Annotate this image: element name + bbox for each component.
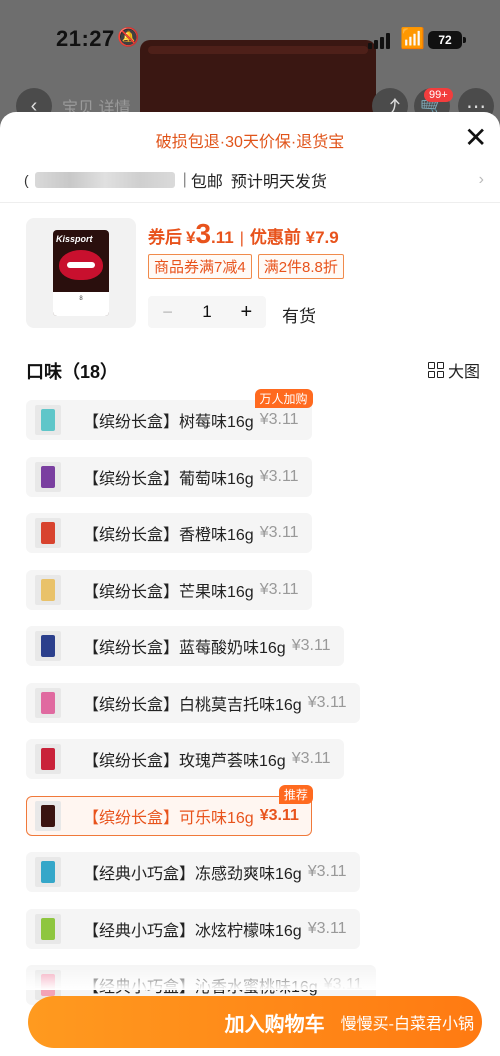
scroll-fade xyxy=(0,966,500,990)
flavor-option[interactable]: 【缤纷长盒】白桃莫吉托味16g ¥3.11 xyxy=(26,682,360,723)
flavor-option[interactable]: 【缤纷长盒】可乐味16g ¥3.11 推荐 xyxy=(26,784,313,836)
flavor-price: ¥3.11 xyxy=(259,467,299,485)
battery-icon: 72 xyxy=(428,31,466,49)
flavor-price: ¥3.11 xyxy=(259,580,299,598)
flavor-price: ¥3.11 xyxy=(291,750,331,767)
flavor-price: ¥3.11 xyxy=(259,806,299,824)
wifi-icon: 📶 xyxy=(400,28,425,50)
flavor-thumbnail xyxy=(35,800,61,831)
flavor-price: ¥3.11 xyxy=(307,863,347,880)
flavor-option[interactable]: 【经典小巧盒】冻感劲爽味16g ¥3.11 xyxy=(26,852,360,892)
quantity-value[interactable]: 1 xyxy=(187,302,227,322)
add-to-cart-sublabel: 慢慢买-白菜君小锅 xyxy=(340,1016,474,1033)
flavor-section-title: 口味（18） xyxy=(26,362,119,382)
flavor-price: ¥3.11 xyxy=(307,919,347,937)
delivery-estimate: 预计明天发货 xyxy=(230,174,327,191)
original-price: 优惠前 ¥7.9 xyxy=(249,228,339,247)
status-time: 21:27 xyxy=(56,26,115,51)
product-brand: Kissport xyxy=(56,234,93,244)
box-label: 8 xyxy=(53,292,109,316)
battery-level: 72 xyxy=(438,33,452,47)
product-box: Kissport 8 xyxy=(53,230,109,316)
product-image[interactable]: Kissport 8 xyxy=(26,218,136,328)
sku-sheet: 破损包退·30天价保·退货宝 ✕ ( | 包邮 预计明天发货 › Kisspor… xyxy=(0,112,500,1056)
flavor-option[interactable]: 【缤纷长盒】葡萄味16g ¥3.11 xyxy=(26,456,312,497)
flavor-name: 【缤纷长盒】玫瑰芦荟味16g xyxy=(83,753,286,770)
price-integer: 3 xyxy=(195,218,212,249)
lips-graphic xyxy=(59,250,103,280)
add-to-cart-label: 加入购物车 xyxy=(224,1013,325,1036)
flavor-thumbnail xyxy=(35,631,61,661)
location-icon: ( xyxy=(24,172,29,188)
flavor-thumbnail xyxy=(35,857,61,887)
price-separator: | xyxy=(239,230,244,247)
signal-icon xyxy=(368,33,394,49)
cart-count-badge: 99+ xyxy=(424,88,453,102)
coupon-badge: 商品券满7减4 xyxy=(148,254,252,279)
price-decimal: .11 xyxy=(211,228,234,247)
flavor-thumbnail xyxy=(35,913,61,944)
shipping-row[interactable]: ( | 包邮 预计明天发货 › xyxy=(24,168,484,192)
flavor-thumbnail xyxy=(35,687,61,718)
flavor-name: 【缤纷长盒】蓝莓酸奶味16g xyxy=(83,640,286,657)
large-view-label: 大图 xyxy=(448,364,481,381)
flavor-thumbnail xyxy=(35,744,61,774)
price-row: 券后 ¥ 3 .11 | 优惠前 ¥7.9 xyxy=(148,218,339,250)
flavor-name: 【缤纷长盒】白桃莫吉托味16g xyxy=(83,696,302,714)
flavor-name: 【经典小巧盒】冰炫柠檬味16g xyxy=(83,922,302,940)
flavor-option[interactable]: 【经典小巧盒】冰炫柠檬味16g ¥3.11 xyxy=(26,908,360,949)
quantity-stepper: − 1 + xyxy=(148,296,266,328)
close-icon[interactable]: ✕ xyxy=(464,122,487,154)
stock-status: 有货 xyxy=(282,307,316,326)
flavor-name: 【缤纷长盒】树莓味16g xyxy=(83,414,254,431)
flavor-option[interactable]: 【缤纷长盒】蓝莓酸奶味16g ¥3.11 xyxy=(26,626,344,666)
flavor-option[interactable]: 【缤纷长盒】树莓味16g ¥3.11 万人加购 xyxy=(26,389,313,440)
large-view-toggle[interactable]: 大图 xyxy=(428,358,480,382)
flavor-name: 【经典小巧盒】冻感劲爽味16g xyxy=(83,866,302,883)
flavor-price: ¥3.11 xyxy=(259,411,299,428)
flavor-option[interactable]: 【缤纷长盒】香橙味16g ¥3.11 xyxy=(26,513,312,553)
flavor-name: 【缤纷长盒】可乐味16g xyxy=(83,809,254,827)
mute-bell-icon: 🔕 xyxy=(117,27,140,47)
price-label: 券后 xyxy=(148,228,182,247)
increment-button[interactable]: + xyxy=(227,301,266,324)
flavor-name: 【缤纷长盒】芒果味16g xyxy=(83,583,254,601)
flavor-price: ¥3.11 xyxy=(291,637,331,654)
address-blurred xyxy=(34,172,175,188)
separator: | xyxy=(182,171,187,188)
status-bar: 21:27 🔕 📶 72 xyxy=(0,0,500,70)
flavor-name: 【缤纷长盒】葡萄味16g xyxy=(83,470,254,488)
flavor-price: ¥3.11 xyxy=(259,524,299,541)
chevron-right-icon: › xyxy=(478,171,484,188)
currency-symbol: ¥ xyxy=(186,228,196,247)
grid-icon xyxy=(428,362,444,378)
coupon-badge: 满2件8.8折 xyxy=(257,254,344,279)
flavor-option[interactable]: 【缤纷长盒】玫瑰芦荟味16g ¥3.11 xyxy=(26,739,344,779)
coupon-list: 商品券满7减4 满2件8.8折 xyxy=(148,254,344,279)
flavor-name: 【缤纷长盒】香橙味16g xyxy=(83,527,254,544)
flavor-option[interactable]: 【缤纷长盒】芒果味16g ¥3.11 xyxy=(26,569,312,610)
flavor-thumbnail xyxy=(35,574,61,605)
add-to-cart-button[interactable]: 加入购物车 慢慢买-白菜君小锅 xyxy=(28,996,482,1048)
divider xyxy=(0,202,500,203)
flavor-tag: 推荐 xyxy=(278,784,313,804)
flavor-thumbnail xyxy=(35,461,61,492)
promo-banner: 破损包退·30天价保·退货宝 xyxy=(155,134,345,151)
free-shipping-label: 包邮 xyxy=(190,174,223,191)
decrement-button[interactable]: − xyxy=(148,302,187,323)
flavor-thumbnail xyxy=(35,405,61,435)
flavor-thumbnail xyxy=(35,518,61,548)
flavor-tag: 万人加购 xyxy=(254,389,313,408)
flavor-price: ¥3.11 xyxy=(307,693,347,711)
